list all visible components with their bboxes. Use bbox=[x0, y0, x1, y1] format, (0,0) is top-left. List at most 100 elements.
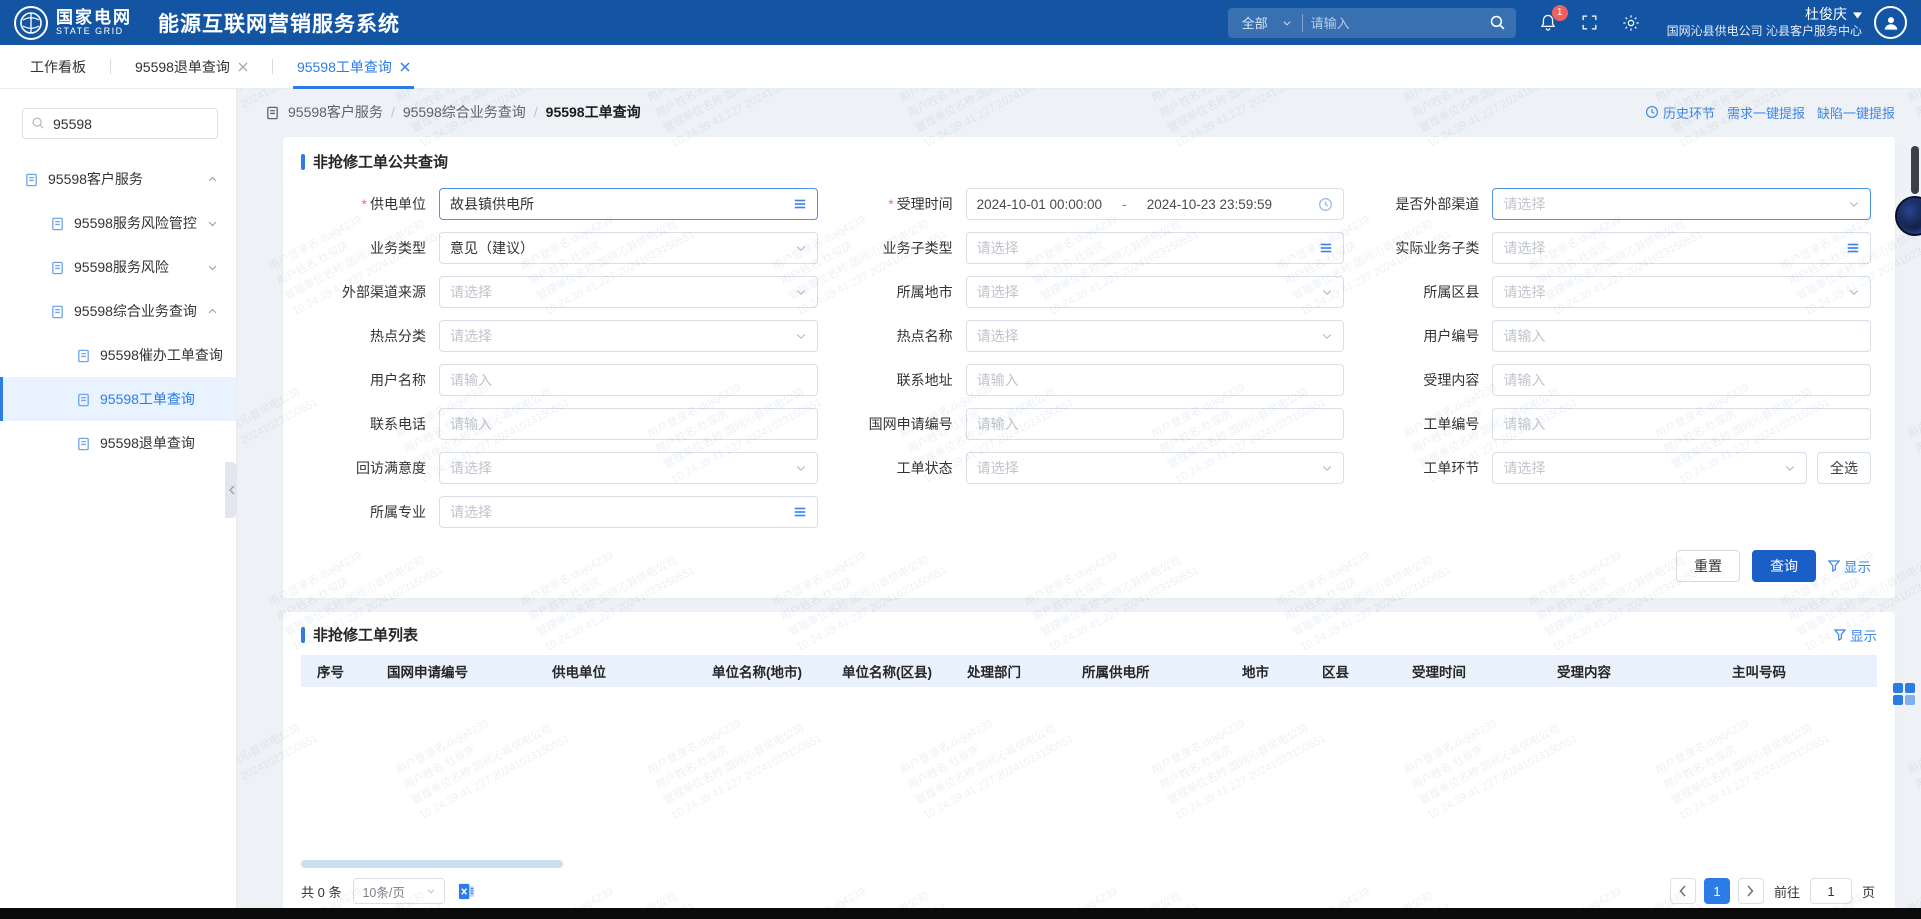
demand-submit-link[interactable]: 需求一键提报 bbox=[1727, 103, 1805, 122]
notification-button[interactable]: 1 bbox=[1538, 13, 1558, 33]
sidebar-item-customer-service[interactable]: 95598客户服务 bbox=[0, 157, 236, 201]
document-icon bbox=[76, 392, 91, 407]
query-button[interactable]: 查询 bbox=[1752, 550, 1816, 582]
current-page-button[interactable]: 1 bbox=[1704, 878, 1730, 904]
select-control[interactable]: 意见（建议） bbox=[439, 232, 818, 264]
sidebar-item-label: 95598工单查询 bbox=[100, 389, 195, 409]
form-field bbox=[1354, 490, 1871, 534]
global-search-input[interactable]: 请输入 bbox=[1303, 13, 1479, 32]
sidebar-search-input[interactable] bbox=[22, 108, 218, 139]
tab-bar: 工作看板 95598退单查询 95598工单查询 bbox=[0, 45, 1921, 89]
prev-page-button[interactable] bbox=[1670, 878, 1696, 904]
select-all-button[interactable]: 全选 bbox=[1817, 452, 1871, 484]
sidebar-item-label: 95598综合业务查询 bbox=[74, 301, 197, 321]
chevron-icon bbox=[1321, 286, 1333, 298]
select-control[interactable]: 请选择 bbox=[1492, 276, 1871, 308]
close-icon[interactable] bbox=[400, 62, 410, 72]
tab-ticket-query[interactable]: 95598工单查询 bbox=[293, 45, 414, 89]
breadcrumb-item[interactable]: 95598综合业务查询 bbox=[403, 102, 526, 122]
list-icon bbox=[1319, 241, 1333, 255]
list-icon bbox=[793, 197, 807, 211]
document-icon bbox=[265, 105, 280, 120]
select-control[interactable]: 请选择 bbox=[966, 320, 1345, 352]
state-grid-logo-icon bbox=[14, 6, 48, 40]
chevron-icon bbox=[1848, 286, 1860, 298]
text-input[interactable]: 请输入 bbox=[1492, 320, 1871, 352]
sidebar-item-urge-ticket-query[interactable]: 95598催办工单查询 bbox=[0, 333, 236, 377]
search-button[interactable] bbox=[1479, 14, 1516, 31]
breadcrumb-separator: / bbox=[391, 104, 395, 120]
column-header: 处理部门 bbox=[951, 661, 1066, 681]
form-field: 热点名称请选择 bbox=[828, 314, 1345, 358]
form-field: 所属专业请选择 bbox=[301, 490, 818, 534]
select-control[interactable]: 请选择 bbox=[439, 276, 818, 308]
tab-dashboard[interactable]: 工作看板 bbox=[26, 45, 90, 89]
section-accent-bar bbox=[301, 627, 305, 643]
form-field: 所属区县请选择 bbox=[1354, 270, 1871, 314]
field-label: 工单环节 bbox=[1354, 458, 1492, 478]
sidebar-item-risk-control[interactable]: 95598服务风险管控 bbox=[0, 201, 236, 245]
form-field: *供电单位故县镇供电所 bbox=[301, 182, 818, 226]
text-input[interactable]: 请输入 bbox=[966, 364, 1345, 396]
chevron-down-icon bbox=[207, 262, 218, 273]
column-header: 单位名称(地市) bbox=[696, 661, 826, 681]
breadcrumb-item[interactable]: 95598客户服务 bbox=[288, 102, 383, 122]
horizontal-scrollbar-thumb[interactable] bbox=[301, 860, 563, 868]
select-control[interactable]: 请选择 bbox=[1492, 232, 1871, 264]
chevron-up-icon bbox=[207, 174, 218, 185]
select-control[interactable]: 请选择 bbox=[1492, 188, 1871, 220]
select-control[interactable]: 请选择 bbox=[966, 452, 1345, 484]
clock-icon bbox=[1318, 197, 1333, 212]
goto-page-input[interactable] bbox=[1810, 878, 1852, 904]
show-columns-link[interactable]: 显示 bbox=[1834, 625, 1877, 645]
form-field: 所属地市请选择 bbox=[828, 270, 1345, 314]
excel-export-icon[interactable] bbox=[457, 882, 476, 901]
list-head: 非抢修工单列表 显示 bbox=[301, 624, 1877, 645]
fullscreen-button[interactable] bbox=[1580, 13, 1599, 32]
avatar[interactable] bbox=[1874, 6, 1907, 39]
sidebar-item-service-risk[interactable]: 95598服务风险 bbox=[0, 245, 236, 289]
daterange-picker[interactable]: 2024-10-01 00:00:00-2024-10-23 23:59:59 bbox=[966, 188, 1345, 220]
reset-button[interactable]: 重置 bbox=[1676, 550, 1740, 582]
vertical-scrollbar-thumb[interactable] bbox=[1911, 146, 1919, 194]
sidebar-item-return-query[interactable]: 95598退单查询 bbox=[0, 421, 236, 465]
text-input[interactable]: 请输入 bbox=[966, 408, 1345, 440]
tab-return-query[interactable]: 95598退单查询 bbox=[131, 45, 252, 89]
select-control[interactable]: 故县镇供电所 bbox=[439, 188, 818, 220]
close-icon[interactable] bbox=[238, 62, 248, 72]
form-actions: 重置 查询 显示 bbox=[301, 550, 1871, 582]
select-control[interactable]: 请选择 bbox=[439, 320, 818, 352]
sidebar-item-label: 95598服务风险管控 bbox=[74, 213, 197, 233]
user-menu[interactable]: 杜俊庆 国网沁县供电公司 沁县客户服务中心 bbox=[1667, 6, 1862, 39]
select-control[interactable]: 请选择 bbox=[1492, 452, 1807, 484]
show-filter-link[interactable]: 显示 bbox=[1828, 556, 1871, 576]
form-field: 联系电话请输入 bbox=[301, 402, 818, 446]
page-size-select[interactable]: 10条/页 bbox=[353, 878, 445, 904]
field-label: 实际业务子类 bbox=[1354, 238, 1492, 258]
search-scope-select[interactable]: 全部 bbox=[1228, 13, 1302, 32]
text-input[interactable]: 请输入 bbox=[439, 364, 818, 396]
field-label: 所属专业 bbox=[301, 502, 439, 522]
form-field: 业务子类型请选择 bbox=[828, 226, 1345, 270]
column-header: 所属供电所 bbox=[1066, 661, 1226, 681]
sidebar-collapse-handle[interactable] bbox=[225, 462, 237, 518]
history-link[interactable]: 历史环节 bbox=[1645, 103, 1715, 122]
sidebar-item-composite-query[interactable]: 95598综合业务查询 bbox=[0, 289, 236, 333]
text-input[interactable]: 请输入 bbox=[439, 408, 818, 440]
select-control[interactable]: 请选择 bbox=[966, 232, 1345, 264]
text-input[interactable]: 请输入 bbox=[1492, 408, 1871, 440]
floating-widget-toggle[interactable] bbox=[1893, 683, 1915, 705]
tab-label: 工作看板 bbox=[30, 57, 86, 77]
text-input[interactable]: 请输入 bbox=[1492, 364, 1871, 396]
settings-button[interactable] bbox=[1621, 13, 1641, 33]
sidebar-item-ticket-query[interactable]: 95598工单查询 bbox=[0, 377, 236, 421]
sidebar-item-label: 95598服务风险 bbox=[74, 257, 169, 277]
next-page-button[interactable] bbox=[1738, 878, 1764, 904]
select-control[interactable]: 请选择 bbox=[439, 452, 818, 484]
select-control[interactable]: 请选择 bbox=[966, 276, 1345, 308]
chevron-down-icon bbox=[426, 886, 436, 896]
defect-submit-link[interactable]: 缺陷一键提报 bbox=[1817, 103, 1895, 122]
field-label: 热点分类 bbox=[301, 326, 439, 346]
field-label: 受理内容 bbox=[1354, 370, 1492, 390]
select-control[interactable]: 请选择 bbox=[439, 496, 818, 528]
